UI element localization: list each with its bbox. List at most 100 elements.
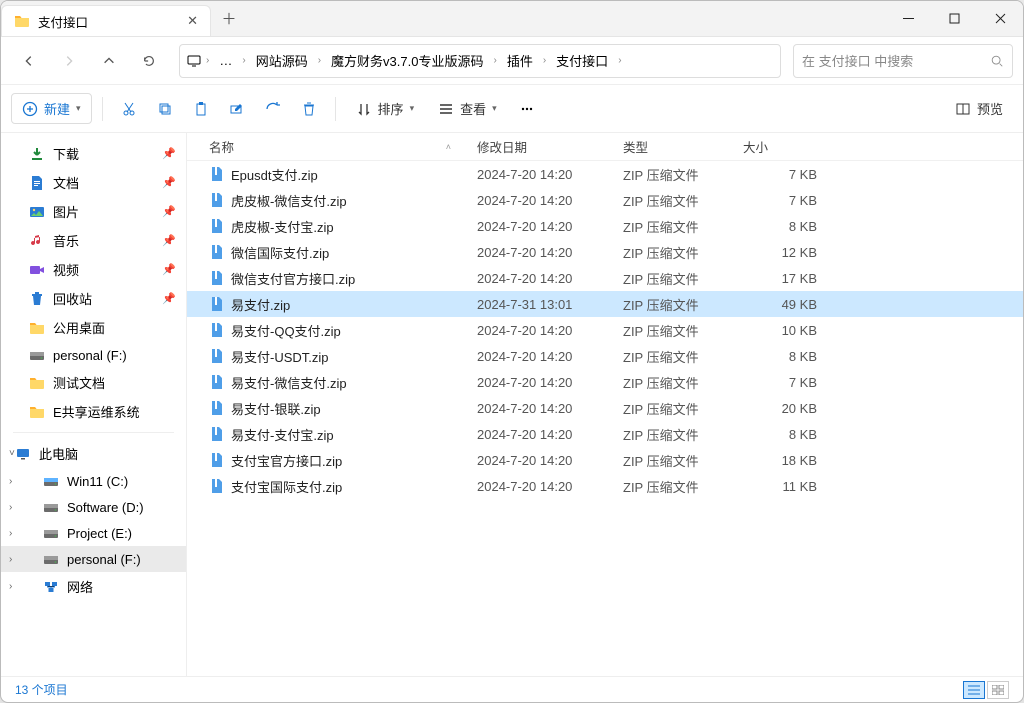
breadcrumb-overflow[interactable]: … [213, 50, 238, 71]
chevron-right-icon[interactable]: › [616, 55, 623, 66]
chevron-right-icon[interactable]: › [491, 55, 498, 66]
file-row[interactable]: 微信支付官方接口.zip 2024-7-20 14:20 ZIP 压缩文件 17… [187, 265, 1023, 291]
file-row[interactable]: 易支付-微信支付.zip 2024-7-20 14:20 ZIP 压缩文件 7 … [187, 369, 1023, 395]
sidebar-item-label: E共享运维系统 [53, 402, 140, 421]
file-row[interactable]: 虎皮椒-支付宝.zip 2024-7-20 14:20 ZIP 压缩文件 8 K… [187, 213, 1023, 239]
chevron-right-icon[interactable]: › [240, 55, 247, 66]
breadcrumb-item[interactable]: 插件 [501, 48, 539, 73]
breadcrumb-item[interactable]: 魔方财务v3.7.0专业版源码 [325, 48, 489, 73]
close-tab-icon[interactable]: ✕ [187, 13, 198, 29]
view-button[interactable]: 查看 ▾ [428, 93, 507, 124]
file-type: ZIP 压缩文件 [615, 477, 735, 496]
expand-icon[interactable]: › [9, 528, 12, 539]
new-button[interactable]: 新建 ▾ [11, 93, 92, 124]
chevron-right-icon[interactable]: › [541, 55, 548, 66]
sidebar-item[interactable]: ›Project (E:) [1, 520, 186, 546]
zip-icon [209, 400, 225, 416]
file-type: ZIP 压缩文件 [615, 295, 735, 314]
sidebar-item[interactable]: ›personal (F:) [1, 546, 186, 572]
delete-button[interactable] [293, 95, 325, 123]
divider [335, 97, 336, 121]
column-date[interactable]: 修改日期 [469, 137, 615, 156]
back-button[interactable] [11, 44, 47, 78]
folder-icon [29, 375, 45, 391]
rename-button[interactable] [221, 95, 253, 123]
column-name[interactable]: 名称˄ [201, 137, 469, 156]
sidebar-item-label: 下载 [53, 144, 79, 163]
sidebar-item[interactable]: 回收站📌 [1, 284, 186, 313]
paste-icon [193, 101, 209, 117]
column-size[interactable]: 大小 [735, 137, 825, 156]
chevron-down-icon: ▾ [76, 103, 81, 114]
file-row[interactable]: 支付宝官方接口.zip 2024-7-20 14:20 ZIP 压缩文件 18 … [187, 447, 1023, 473]
details-view-button[interactable] [963, 681, 985, 699]
address-bar[interactable]: › … › 网站源码 › 魔方财务v3.7.0专业版源码 › 插件 › 支付接口… [179, 44, 781, 78]
file-size: 7 KB [735, 193, 825, 208]
expand-icon[interactable]: › [9, 554, 12, 565]
folder-icon [29, 404, 45, 420]
file-row[interactable]: 易支付-QQ支付.zip 2024-7-20 14:20 ZIP 压缩文件 10… [187, 317, 1023, 343]
expand-icon[interactable]: › [9, 502, 12, 513]
expand-icon[interactable]: › [9, 581, 12, 592]
sidebar-item[interactable]: E共享运维系统 [1, 397, 186, 426]
file-size: 20 KB [735, 401, 825, 416]
sidebar-item[interactable]: ›Win11 (C:) [1, 468, 186, 494]
rename-icon [229, 101, 245, 117]
refresh-button[interactable] [131, 44, 167, 78]
file-list[interactable]: Epusdt支付.zip 2024-7-20 14:20 ZIP 压缩文件 7 … [187, 161, 1023, 676]
pin-icon: 📌 [162, 292, 176, 305]
sidebar-item[interactable]: 音乐📌 [1, 226, 186, 255]
cut-button[interactable] [113, 95, 145, 123]
file-name: 支付宝官方接口.zip [231, 451, 342, 470]
download-icon [29, 146, 45, 162]
preview-button[interactable]: 预览 [945, 93, 1013, 124]
expand-icon[interactable]: ˅ [9, 448, 15, 459]
sidebar-item[interactable]: › Software (D:) [1, 494, 186, 520]
file-date: 2024-7-31 13:01 [469, 297, 615, 312]
sidebar-item[interactable]: 公用桌面 [1, 313, 186, 342]
file-row[interactable]: 虎皮椒-微信支付.zip 2024-7-20 14:20 ZIP 压缩文件 7 … [187, 187, 1023, 213]
new-tab-button[interactable]: ＋ [211, 1, 247, 36]
maximize-button[interactable] [931, 1, 977, 36]
search-input[interactable]: 在 支付接口 中搜索 [793, 44, 1013, 78]
chevron-right-icon[interactable]: › [204, 55, 211, 66]
sidebar-item[interactable]: personal (F:) [1, 342, 186, 368]
forward-button[interactable] [51, 44, 87, 78]
sidebar-item-label: 网络 [67, 577, 93, 596]
up-button[interactable] [91, 44, 127, 78]
tab-title: 支付接口 [38, 12, 88, 31]
file-row[interactable]: Epusdt支付.zip 2024-7-20 14:20 ZIP 压缩文件 7 … [187, 161, 1023, 187]
breadcrumb-item[interactable]: 网站源码 [250, 48, 314, 73]
sidebar-item[interactable]: 视频📌 [1, 255, 186, 284]
sort-asc-icon: ˄ [446, 142, 461, 152]
sidebar-item[interactable]: 文档📌 [1, 168, 186, 197]
new-label: 新建 [44, 99, 70, 118]
pin-icon: 📌 [162, 263, 176, 276]
sort-button[interactable]: 排序 ▾ [346, 93, 425, 124]
file-row[interactable]: 易支付-银联.zip 2024-7-20 14:20 ZIP 压缩文件 20 K… [187, 395, 1023, 421]
chevron-down-icon: ▾ [492, 103, 497, 114]
sidebar-item[interactable]: ˅此电脑 [1, 439, 186, 468]
tab-active[interactable]: 支付接口 ✕ [1, 5, 211, 36]
file-row[interactable]: 易支付-USDT.zip 2024-7-20 14:20 ZIP 压缩文件 8 … [187, 343, 1023, 369]
thumbnails-view-button[interactable] [987, 681, 1009, 699]
sidebar-item-label: Software (D:) [67, 500, 144, 515]
file-row[interactable]: 易支付-支付宝.zip 2024-7-20 14:20 ZIP 压缩文件 8 K… [187, 421, 1023, 447]
sidebar-item[interactable]: 下载📌 [1, 139, 186, 168]
breadcrumb-item[interactable]: 支付接口 [550, 48, 614, 73]
minimize-button[interactable] [885, 1, 931, 36]
file-row[interactable]: 支付宝国际支付.zip 2024-7-20 14:20 ZIP 压缩文件 11 … [187, 473, 1023, 499]
sidebar-item[interactable]: › 网络 [1, 572, 186, 601]
file-row[interactable]: 微信国际支付.zip 2024-7-20 14:20 ZIP 压缩文件 12 K… [187, 239, 1023, 265]
close-window-button[interactable] [977, 1, 1023, 36]
sidebar-item[interactable]: 图片📌 [1, 197, 186, 226]
chevron-right-icon[interactable]: › [316, 55, 323, 66]
expand-icon[interactable]: › [9, 476, 12, 487]
sidebar-item[interactable]: 测试文档 [1, 368, 186, 397]
column-type[interactable]: 类型 [615, 137, 735, 156]
file-row[interactable]: 易支付.zip 2024-7-31 13:01 ZIP 压缩文件 49 KB [187, 291, 1023, 317]
copy-button[interactable] [149, 95, 181, 123]
paste-button[interactable] [185, 95, 217, 123]
more-button[interactable] [511, 95, 543, 123]
share-button[interactable] [257, 95, 289, 123]
